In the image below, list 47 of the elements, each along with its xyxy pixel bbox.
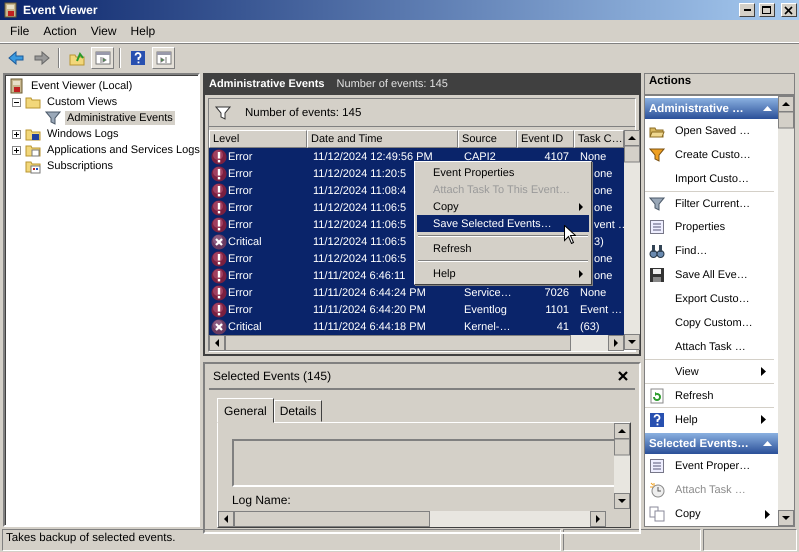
table-cell: 11/12/2024 11:20:5 (313, 168, 406, 180)
table-cell: Service… (464, 286, 512, 298)
table-cell: Event … (580, 304, 622, 316)
table-cell: 11/12/2024 11:08:4 (313, 184, 406, 196)
table-cell: (63) (580, 320, 600, 332)
event-count: Number of events: 145 (336, 78, 448, 90)
table-cell: None (580, 150, 606, 162)
table-cell: 11/12/2024 12:49:56 PM (313, 150, 433, 162)
window-title: Event Viewer (23, 3, 98, 17)
table-cell: Error (228, 202, 252, 214)
field-label: Log Name: (232, 493, 292, 507)
table-cell: Error (228, 150, 252, 162)
table-cell: 11/12/2024 11:06:5 (313, 218, 406, 230)
table-cell: Critical (228, 236, 262, 248)
pane-title: Selected Events (145) (213, 369, 332, 383)
table-cell: 11/12/2024 11:06:5 (313, 252, 406, 264)
table-cell: one (594, 168, 612, 180)
table-cell: Error (228, 218, 252, 230)
table-cell: 11/11/2024 6:44:24 PM (313, 286, 426, 298)
table-cell: CAPI2 (464, 150, 496, 162)
table-cell: Error (228, 252, 252, 264)
table-cell: 11/12/2024 11:06:5 (313, 236, 406, 248)
table-cell: 3) (594, 236, 604, 248)
table-cell: Kernel-… (464, 320, 510, 332)
filter-summary: Number of events: 145 (245, 106, 362, 118)
table-cell: one (594, 202, 612, 214)
table-cell: Error (228, 270, 252, 282)
table-cell: 11/12/2024 11:06:5 (313, 202, 406, 214)
table-cell: Eventlog (464, 304, 507, 316)
table-cell: 11/11/2024 6:46:11 (313, 270, 406, 282)
table-cell: 4107 (544, 150, 569, 162)
pane-title: Administrative Events (209, 78, 325, 90)
table-cell: Error (228, 304, 252, 316)
table-cell: one (594, 252, 612, 264)
table-cell: Error (228, 286, 252, 298)
table-cell: Critical (228, 320, 262, 332)
status-text: Takes backup of selected events. (2, 529, 561, 551)
table-cell: 11/11/2024 6:44:18 PM (313, 320, 426, 332)
table-cell: 11/11/2024 6:44:20 PM (313, 304, 426, 316)
table-cell: Error (228, 168, 252, 180)
table-cell: None (580, 286, 606, 298)
table-cell: one (594, 184, 612, 196)
table-cell: Error (228, 184, 252, 196)
table-cell: 41 (556, 320, 569, 332)
table-cell: 7026 (544, 286, 569, 298)
table-cell: one (594, 270, 612, 282)
table-cell: 1101 (545, 304, 569, 316)
